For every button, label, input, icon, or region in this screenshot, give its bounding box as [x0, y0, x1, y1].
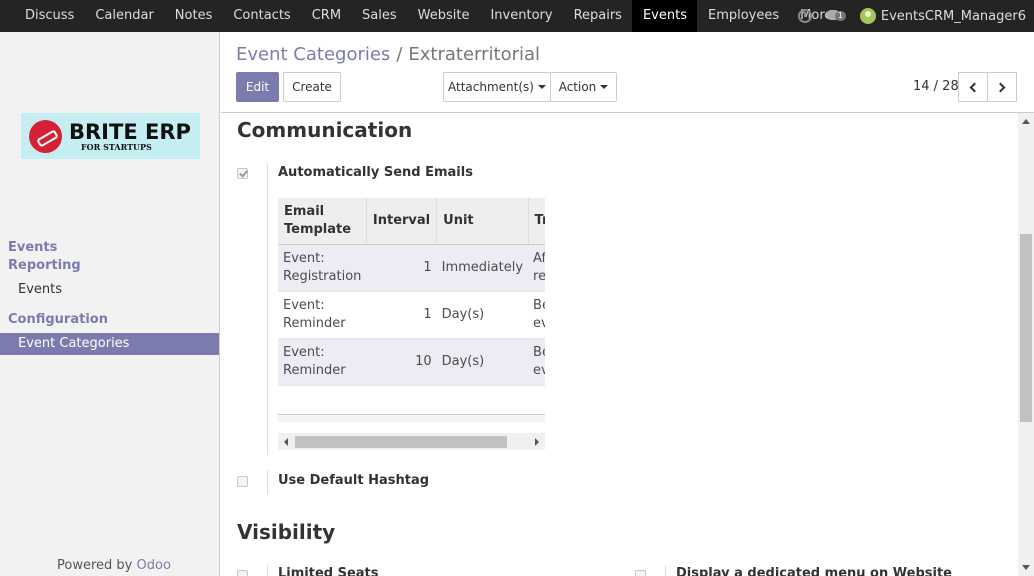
attachments-label: Attachment(s): [448, 80, 534, 94]
auto-send-emails-checkbox[interactable]: [237, 168, 248, 179]
sidebar: BRITE ERP FOR STARTUPS Events Reporting …: [0, 32, 220, 576]
pager-previous-button[interactable]: [958, 72, 988, 102]
use-default-hashtag-checkbox[interactable]: [237, 476, 248, 487]
action-dropdown[interactable]: Action: [550, 72, 617, 102]
powered-prefix: Powered by: [57, 558, 133, 573]
menu-events[interactable]: Events: [631, 0, 697, 32]
control-panel: Event Categories / Extraterritorial Edit C…: [221, 32, 1034, 113]
cell-template: Event: Registration: [278, 244, 367, 292]
field-divider: [665, 565, 666, 576]
menu-contacts[interactable]: Contacts: [222, 0, 300, 32]
breadcrumb: Event Categories / Extraterritorial: [236, 44, 540, 65]
table-row[interactable]: Event: Reminder 10 Day(s) Before the eve…: [278, 338, 545, 386]
column-trigger[interactable]: Trigger: [528, 198, 545, 245]
menu-notes[interactable]: Notes: [164, 0, 223, 32]
scrollbar-thumb[interactable]: [295, 436, 507, 448]
action-label: Action: [558, 80, 597, 94]
chevron-left-icon: [969, 82, 980, 92]
cell-template: Event: Reminder: [278, 338, 367, 386]
logo-title: BRITE ERP: [69, 119, 191, 144]
logo-mark-icon: [29, 119, 62, 153]
cell-trigger: Before the event: [528, 291, 545, 339]
edit-button[interactable]: Edit: [236, 72, 279, 102]
sidebar-item-events[interactable]: Events: [0, 279, 219, 301]
cell-template: Event: Reminder: [278, 291, 367, 339]
menu-employees[interactable]: Employees: [697, 0, 789, 32]
column-interval[interactable]: Interval: [366, 198, 438, 245]
user-name[interactable]: EventsCRM_Manager6: [881, 9, 1034, 24]
column-unit[interactable]: Unit: [436, 198, 529, 245]
communication-section-title: Communication: [237, 118, 413, 142]
menu-crm[interactable]: CRM: [301, 0, 351, 32]
scrollbar-thumb[interactable]: [1020, 234, 1032, 422]
powered-by: Powered by Odoo: [57, 558, 171, 573]
cell-trigger: Before the event: [528, 338, 545, 386]
scroll-left-icon[interactable]: [284, 438, 288, 446]
cell-interval: 1: [366, 244, 437, 292]
messaging-icon[interactable]: 1: [825, 8, 850, 24]
logo-subtitle: FOR STARTUPS: [81, 141, 152, 152]
column-email-template[interactable]: Email Template: [278, 198, 367, 245]
limited-seats-label: Limited Seats: [278, 566, 379, 576]
sidebar-section-configuration: Configuration: [8, 312, 108, 327]
powered-brand-link[interactable]: Odoo: [137, 558, 171, 573]
auto-send-emails-label: Automatically Send Emails: [278, 165, 473, 180]
systray: 1 EventsCRM_Manager6: [797, 0, 1034, 32]
app-menu: Discuss Calendar Notes Contacts CRM Sale…: [14, 0, 855, 32]
menu-calendar[interactable]: Calendar: [84, 0, 163, 32]
field-divider: [267, 565, 268, 576]
limited-seats-checkbox[interactable]: [237, 570, 248, 576]
menu-repairs[interactable]: Repairs: [563, 0, 632, 32]
breadcrumb-parent-link[interactable]: Event Categories: [236, 44, 390, 65]
scroll-down-icon[interactable]: [1022, 565, 1030, 570]
cell-unit: Day(s): [436, 338, 529, 386]
company-logo: BRITE ERP FOR STARTUPS: [21, 113, 200, 159]
field-divider: [267, 470, 268, 494]
chevron-right-icon: [995, 82, 1006, 92]
scroll-up-icon[interactable]: [1022, 119, 1030, 124]
user-avatar[interactable]: [859, 8, 876, 24]
breadcrumb-current: Extraterritorial: [408, 44, 541, 65]
activity-clock-icon[interactable]: [797, 9, 812, 23]
use-default-hashtag-label: Use Default Hashtag: [278, 473, 430, 488]
table-header-row: Email Template Interval Unit Trigger: [278, 198, 545, 245]
caret-down-icon: [600, 85, 609, 89]
breadcrumb-separator: /: [396, 44, 403, 65]
menu-website[interactable]: Website: [407, 0, 480, 32]
table-row[interactable]: Event: Registration 1 Immediately After …: [278, 244, 545, 292]
attachments-dropdown[interactable]: Attachment(s): [443, 72, 551, 102]
table-footer: [278, 414, 545, 422]
chat-count-badge: 1: [834, 11, 846, 21]
form-view: Communication Automatically Send Emails …: [221, 113, 1018, 576]
top-navbar: Discuss Calendar Notes Contacts CRM Sale…: [0, 0, 1034, 32]
logo-text: BRITE ERP FOR STARTUPS: [69, 119, 191, 152]
sidebar-section-reporting: Reporting: [8, 258, 81, 273]
create-button[interactable]: Create: [283, 72, 341, 102]
sidebar-item-event-categories[interactable]: Event Categories: [0, 333, 219, 355]
table-horizontal-scrollbar[interactable]: [278, 433, 545, 450]
scroll-right-icon[interactable]: [535, 438, 539, 446]
visibility-section-title: Visibility: [237, 520, 336, 544]
cell-interval: 10: [366, 338, 437, 386]
sidebar-section-events: Events: [8, 240, 58, 255]
pager-next-button[interactable]: [987, 72, 1017, 102]
cell-interval: 1: [366, 291, 437, 339]
cell-trigger: After each registration: [528, 244, 545, 292]
cell-unit: Day(s): [436, 291, 529, 339]
field-divider: [267, 163, 268, 455]
cell-unit: Immediately: [436, 244, 529, 292]
website-menu-checkbox[interactable]: [635, 570, 646, 576]
menu-sales[interactable]: Sales: [351, 0, 407, 32]
page-vertical-scrollbar[interactable]: [1018, 113, 1034, 576]
menu-discuss[interactable]: Discuss: [14, 0, 84, 32]
pager-value[interactable]: 14 / 28: [913, 79, 959, 94]
table-row[interactable]: Event: Reminder 1 Day(s) Before the even…: [278, 291, 545, 339]
menu-inventory[interactable]: Inventory: [479, 0, 562, 32]
website-menu-label: Display a dedicated menu on Website: [676, 566, 952, 576]
caret-down-icon: [537, 85, 546, 89]
